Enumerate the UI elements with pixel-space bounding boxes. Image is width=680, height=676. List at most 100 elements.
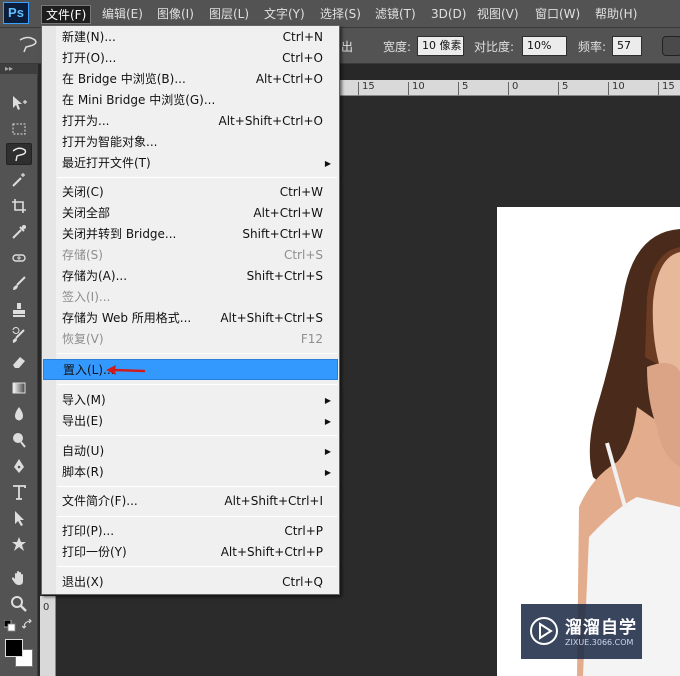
menu-item-label: 存储为 Web 所用格式... bbox=[62, 311, 192, 325]
menu-item-shortcut: Ctrl+N bbox=[282, 30, 323, 44]
menu-item-close-go-bridge[interactable]: 关闭并转到 Bridge... Shift+Ctrl+W bbox=[43, 224, 338, 245]
contrast-label: 对比度: bbox=[474, 40, 515, 54]
menu-item-browse-mini-bridge[interactable]: 在 Mini Bridge 中浏览(G)... bbox=[43, 90, 338, 111]
lasso-tool-icon[interactable] bbox=[6, 143, 32, 165]
move-tool-icon[interactable] bbox=[6, 92, 32, 114]
menu-file[interactable]: 文件(F) bbox=[41, 5, 92, 24]
healing-brush-icon[interactable] bbox=[6, 247, 32, 269]
ruler-tick: 5 bbox=[558, 82, 568, 95]
marquee-tool-icon[interactable] bbox=[6, 118, 32, 140]
menu-item-browse-bridge[interactable]: 在 Bridge 中浏览(B)... Alt+Ctrl+O bbox=[43, 69, 338, 90]
menu-item-save-for-web[interactable]: 存储为 Web 所用格式... Alt+Shift+Ctrl+S bbox=[43, 308, 338, 329]
menu-item-exit[interactable]: 退出(X) Ctrl+Q bbox=[43, 572, 338, 593]
options-partial-label: 出 bbox=[341, 40, 354, 54]
tool-preset-picker[interactable] bbox=[16, 35, 40, 55]
menu-item-new[interactable]: 新建(N)... Ctrl+N bbox=[43, 27, 338, 48]
menu-item-shortcut: Alt+Shift+Ctrl+O bbox=[218, 114, 323, 128]
menu-item-print[interactable]: 打印(P)... Ctrl+P bbox=[43, 521, 338, 542]
menu-item-export[interactable]: 导出(E) ▶ bbox=[43, 411, 338, 432]
foreground-color-swatch[interactable] bbox=[5, 639, 23, 657]
menu-item-recent-files[interactable]: 最近打开文件(T) ▶ bbox=[43, 153, 338, 174]
file-menu-dropdown: 新建(N)... Ctrl+N 打开(O)... Ctrl+O 在 Bridge 中… bbox=[41, 25, 340, 595]
frequency-field[interactable]: 57 bbox=[612, 36, 642, 56]
panel-grip[interactable]: ▸▸ bbox=[0, 64, 38, 74]
eraser-icon[interactable] bbox=[6, 351, 32, 373]
menu-separator bbox=[57, 486, 337, 487]
pen-pressure-toggle[interactable] bbox=[662, 36, 680, 56]
menu-help[interactable]: 帮助(H) bbox=[591, 5, 641, 24]
menu-image[interactable]: 图像(I) bbox=[153, 5, 198, 24]
menu-item-shortcut: Alt+Shift+Ctrl+P bbox=[220, 545, 323, 559]
menu-item-label: 新建(N)... bbox=[62, 30, 116, 44]
ruler-tick: 10 bbox=[608, 82, 625, 95]
menu-select[interactable]: 选择(S) bbox=[316, 5, 365, 24]
menu-item-shortcut: Ctrl+S bbox=[283, 248, 323, 262]
menu-item-close[interactable]: 关闭(C) Ctrl+W bbox=[43, 182, 338, 203]
menu-item-label: 打开为智能对象... bbox=[62, 135, 158, 149]
watermark-subtitle: ZIXUE.3066.COM bbox=[565, 638, 634, 647]
history-brush-icon[interactable] bbox=[6, 325, 32, 347]
path-selection-icon[interactable] bbox=[6, 507, 32, 529]
swap-colors-icon[interactable] bbox=[21, 618, 34, 631]
menu-item-shortcut: Alt+Shift+Ctrl+S bbox=[220, 311, 323, 325]
menu-item-close-all[interactable]: 关闭全部 Alt+Ctrl+W bbox=[43, 203, 338, 224]
menu-item-label: 脚本(R) bbox=[62, 465, 104, 479]
width-field[interactable]: 10 像素 bbox=[417, 36, 464, 56]
menu-item-open[interactable]: 打开(O)... Ctrl+O bbox=[43, 48, 338, 69]
menu-item-save-as[interactable]: 存储为(A)... Shift+Ctrl+S bbox=[43, 266, 338, 287]
red-annotation-arrow-icon bbox=[106, 365, 146, 375]
submenu-arrow-icon: ▶ bbox=[324, 468, 331, 477]
menu-item-shortcut: F12 bbox=[300, 332, 323, 346]
gradient-icon[interactable] bbox=[6, 377, 32, 399]
blur-tool-icon[interactable] bbox=[6, 403, 32, 425]
menu-item-shortcut: Ctrl+Q bbox=[282, 575, 323, 589]
menu-item-file-info[interactable]: 文件简介(F)... Alt+Shift+Ctrl+I bbox=[43, 491, 338, 512]
menu-item-label: 恢复(V) bbox=[62, 332, 104, 346]
width-label: 宽度: bbox=[383, 40, 412, 54]
type-tool-icon[interactable] bbox=[6, 481, 32, 503]
menu-item-check-in: 签入(I)... bbox=[43, 287, 338, 308]
menu-item-automate[interactable]: 自动(U) ▶ bbox=[43, 441, 338, 462]
menu-edit[interactable]: 编辑(E) bbox=[98, 5, 147, 24]
menu-item-shortcut: Alt+Ctrl+O bbox=[255, 72, 323, 86]
menu-item-save: 存储(S) Ctrl+S bbox=[43, 245, 338, 266]
menu-item-import[interactable]: 导入(M) ▶ bbox=[43, 390, 338, 411]
hand-tool-icon[interactable] bbox=[6, 567, 32, 589]
menu-window[interactable]: 窗口(W) bbox=[531, 5, 584, 24]
menu-item-shortcut: Shift+Ctrl+W bbox=[242, 227, 323, 241]
menu-filter[interactable]: 滤镜(T) bbox=[371, 5, 420, 24]
menu-item-shortcut: Ctrl+W bbox=[279, 185, 323, 199]
menu-type[interactable]: 文字(Y) bbox=[260, 5, 309, 24]
menu-layer[interactable]: 图层(L) bbox=[205, 5, 253, 24]
dodge-tool-icon[interactable] bbox=[6, 429, 32, 451]
contrast-field[interactable]: 10% bbox=[522, 36, 567, 56]
menu-separator bbox=[57, 435, 337, 436]
menu-item-scripts[interactable]: 脚本(R) ▶ bbox=[43, 462, 338, 483]
menu-separator bbox=[57, 177, 337, 178]
menu-item-open-as[interactable]: 打开为... Alt+Shift+Ctrl+O bbox=[43, 111, 338, 132]
zoom-tool-icon[interactable] bbox=[6, 593, 32, 615]
submenu-arrow-icon: ▶ bbox=[324, 396, 331, 405]
menu-item-label: 存储为(A)... bbox=[62, 269, 128, 283]
eyedropper-icon[interactable] bbox=[6, 221, 32, 243]
submenu-arrow-icon: ▶ bbox=[324, 159, 331, 168]
menu-item-label: 在 Bridge 中浏览(B)... bbox=[62, 72, 186, 86]
pen-tool-icon[interactable] bbox=[6, 455, 32, 477]
menu-item-label: 自动(U) bbox=[62, 444, 105, 458]
menu-3d[interactable]: 3D(D) bbox=[427, 5, 470, 24]
default-colors-icon[interactable] bbox=[3, 619, 16, 632]
ruler-tick: 15 bbox=[658, 82, 675, 95]
clone-stamp-icon[interactable] bbox=[6, 299, 32, 321]
ruler-tick: 15 bbox=[358, 82, 375, 95]
ruler-tick: 0 bbox=[43, 602, 50, 613]
menu-item-open-smart-object[interactable]: 打开为智能对象... bbox=[43, 132, 338, 153]
custom-shape-icon[interactable] bbox=[6, 533, 32, 555]
menu-item-print-one-copy[interactable]: 打印一份(Y) Alt+Shift+Ctrl+P bbox=[43, 542, 338, 563]
menu-separator bbox=[57, 353, 337, 354]
menu-item-shortcut: Alt+Ctrl+W bbox=[253, 206, 323, 220]
crop-tool-icon[interactable] bbox=[6, 195, 32, 217]
menu-item-place[interactable]: 置入(L)... bbox=[43, 359, 338, 380]
magic-wand-icon[interactable] bbox=[6, 169, 32, 191]
menu-view[interactable]: 视图(V) bbox=[473, 5, 523, 24]
brush-tool-icon[interactable] bbox=[6, 273, 32, 295]
